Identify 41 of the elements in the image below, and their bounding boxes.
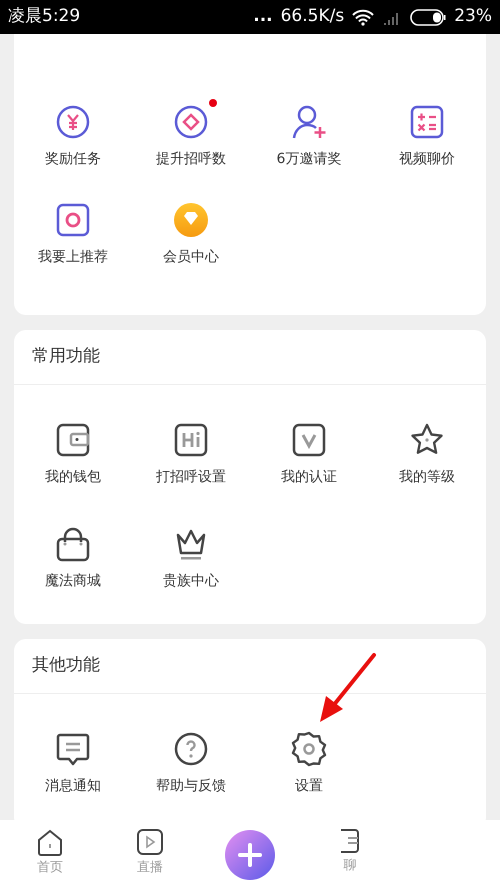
menu-item[interactable]: 帮助与反馈 [144,725,238,796]
add-user-icon [290,104,327,140]
settings-icon [291,731,327,767]
section-title: 其他功能 [14,639,486,694]
menu-item[interactable]: 打招呼设置 [144,416,238,487]
diamond-circle-icon [173,104,209,140]
message-icon [55,731,91,767]
handbag-icon [55,526,91,562]
menu-item[interactable]: 会员中心 [151,196,231,267]
menu-item[interactable]: 消息通知 [33,725,113,796]
menu-item[interactable]: 提升招呼数 [144,98,238,169]
plus-icon [238,843,262,867]
menu-item[interactable]: 魔法商城 [33,520,113,591]
menu-item[interactable]: 我要上推荐 [26,196,120,267]
menu-item[interactable]: 贵族中心 [151,520,231,591]
menu-item[interactable]: 奖励任务 [33,98,113,169]
menu-item[interactable]: 我的等级 [387,416,467,487]
menu-item[interactable]: 设置 [279,725,339,796]
hi-icon [173,422,209,458]
network-speed: 66.5K/s [280,5,344,28]
menu-item[interactable]: 6万邀请奖 [264,98,354,169]
wallet-icon [55,422,91,458]
section-title: 常用功能 [14,330,486,385]
wifi-icon [352,8,374,26]
calculator-icon [409,104,445,140]
verified-icon [291,422,327,458]
gem-icon [173,202,209,238]
home-icon [36,828,64,856]
menu-item[interactable]: 我的认证 [269,416,349,487]
help-icon [173,731,209,767]
menu-item[interactable]: 视频聊价 [387,98,467,169]
circle-square-icon [55,202,91,238]
battery-icon [410,8,446,26]
menu-item[interactable]: 我的钱包 [33,416,113,487]
yen-icon [55,104,91,140]
battery-level: 23% [454,5,492,28]
add-button[interactable] [225,830,275,880]
clock-time: 凌晨5:29 [8,5,80,28]
more-dots: ... [253,5,273,28]
play-icon [136,828,164,856]
chat-icon [340,828,360,854]
